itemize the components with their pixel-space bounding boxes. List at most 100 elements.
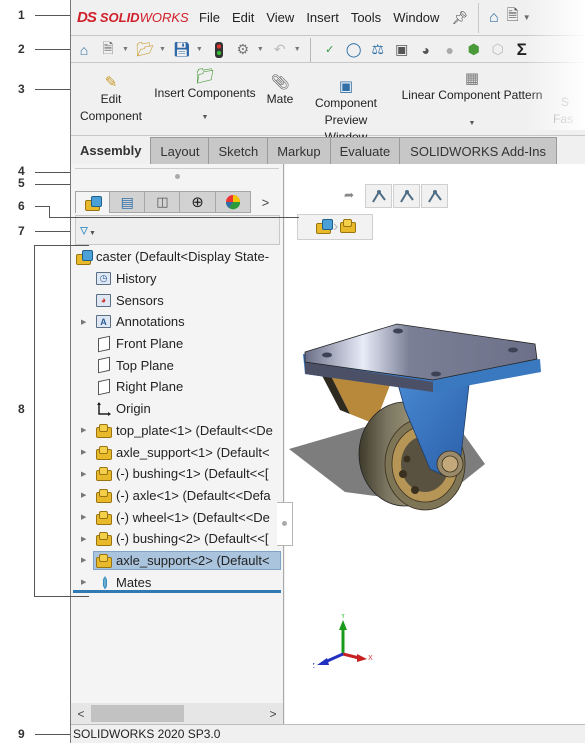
tree-item-top-plate[interactable]: ▶ top_plate<1> (Default<<De <box>71 420 283 442</box>
tree-item-axle-support-2[interactable]: ▶ axle_support<2> (Default< <box>71 550 283 572</box>
tree-item-sensors[interactable]: ◕ Sensors <box>71 289 283 311</box>
expand-arrow-icon[interactable]: ▶ <box>81 448 89 456</box>
measure-icon[interactable]: ◯ <box>345 41 363 59</box>
menu-file[interactable]: File <box>199 10 220 25</box>
chevron-right-icon[interactable]: > <box>251 191 280 213</box>
menu-tools[interactable]: Tools <box>351 10 381 25</box>
menu-window[interactable]: Window <box>393 10 439 25</box>
tab-featuremanager-tree[interactable] <box>75 191 111 213</box>
performance-evaluation-icon[interactable]: ◕ <box>417 41 435 59</box>
tree-item-front-plane[interactable]: Front Plane <box>71 333 283 355</box>
tree-horizontal-scrollbar[interactable]: < > <box>71 703 283 724</box>
linear-component-pattern-button[interactable]: ▦ Linear Component Pattern ▼ <box>391 64 553 135</box>
scroll-thumb[interactable] <box>91 705 184 722</box>
insert-components-button[interactable]: 📁︎ Insert Components ▼ <box>151 64 259 135</box>
menu-edit[interactable]: Edit <box>232 10 254 25</box>
breadcrumb-assembly-icon[interactable] <box>316 218 333 236</box>
new-document-icon[interactable]: 🗎︎ <box>507 5 519 30</box>
section-properties-icon[interactable]: ▣ <box>393 41 411 59</box>
select-other-icon[interactable] <box>365 184 392 208</box>
expand-arrow-icon[interactable]: ▶ <box>81 578 89 586</box>
menu-insert[interactable]: Insert <box>306 10 339 25</box>
component-preview-window-button[interactable]: ▣ Component Preview Window <box>301 64 391 144</box>
scroll-right-icon[interactable]: > <box>263 707 283 721</box>
traffic-light-icon[interactable] <box>210 41 228 59</box>
tree-root-caster[interactable]: caster (Default<Display State- <box>71 246 283 268</box>
tree-item-bushing-1[interactable]: ▶ (-) bushing<1> (Default<<[ <box>71 463 283 485</box>
spellcheck-icon[interactable]: ✓ <box>321 41 339 59</box>
tree-item-axle-1[interactable]: ▶ (-) axle<1> (Default<<Defa <box>71 485 283 507</box>
tree-item-history[interactable]: ◷ History <box>71 268 283 290</box>
panel-resize-grip[interactable] <box>175 174 180 179</box>
mate-button[interactable]: 📎︎ Mate <box>259 64 301 135</box>
flyout-tree-handle[interactable] <box>277 502 293 546</box>
tree-item-origin[interactable]: Origin <box>71 398 283 420</box>
tree-filter-bar[interactable]: ▿ ▼ <box>75 215 280 245</box>
undo-icon[interactable]: ↶ <box>271 41 289 59</box>
tab-markup[interactable]: Markup <box>268 137 331 164</box>
tree-item-label: (-) axle<1> (Default<<Defa <box>116 487 271 503</box>
chevron-down-icon[interactable]: ▼ <box>469 118 476 130</box>
edit-component-button[interactable]: ✎ Edit Component <box>71 64 151 135</box>
rollback-bar[interactable] <box>73 590 281 593</box>
chevron-down-icon[interactable]: ▼ <box>257 46 264 53</box>
tree-item-wheel-1[interactable]: ▶ (-) wheel<1> (Default<<De <box>71 506 283 528</box>
select-other-icon[interactable] <box>393 184 420 208</box>
smart-fasteners-button[interactable]: S Fas <box>553 64 583 135</box>
pin-icon[interactable]: 📌︎ <box>451 10 468 26</box>
chevron-down-icon[interactable]: ▼ <box>122 46 129 53</box>
expand-arrow-icon[interactable]: ▶ <box>81 513 89 521</box>
new-document-icon[interactable]: 🗎︎ <box>99 40 117 59</box>
tab-solidworks-add-ins[interactable]: SOLIDWORKS Add-Ins <box>400 137 557 164</box>
options-gear-icon[interactable]: ⚙ <box>234 41 252 59</box>
breadcrumb-part-icon[interactable] <box>340 219 357 235</box>
expand-arrow-icon[interactable]: ▶ <box>81 426 89 434</box>
tab-dimxpertmanager[interactable]: ⊕ <box>180 191 216 213</box>
tab-propertymanager[interactable]: ▤ <box>110 191 146 213</box>
tree-item-annotations[interactable]: ▶ A Annotations <box>71 311 283 333</box>
menu-view[interactable]: View <box>266 10 294 25</box>
chevron-down-icon[interactable]: ▼ <box>196 46 203 53</box>
tab-assembly[interactable]: Assembly <box>71 137 152 164</box>
graphics-area[interactable]: ➦ › Y X <box>285 164 585 724</box>
save-icon[interactable]: 💾︎ <box>173 41 191 59</box>
solidworks-logo[interactable]: DS SOLIDWORKS <box>77 9 199 26</box>
scroll-track[interactable] <box>91 705 263 722</box>
tree-item-bushing-2[interactable]: ▶ (-) bushing<2> (Default<<[ <box>71 528 283 550</box>
part-icon <box>95 509 112 526</box>
mass-properties-icon[interactable]: ⚖ <box>369 41 387 59</box>
home-icon[interactable]: ⌂ <box>75 41 93 59</box>
tab-displaymanager[interactable] <box>215 191 251 213</box>
chevron-down-icon[interactable]: ▼ <box>202 112 209 124</box>
sigma-icon[interactable]: Σ <box>513 40 531 59</box>
scroll-left-icon[interactable]: < <box>71 707 91 721</box>
check-interference-icon[interactable]: ⬢ <box>465 41 483 59</box>
tree-item-top-plane[interactable]: Top Plane <box>71 354 283 376</box>
tree-item-right-plane[interactable]: Right Plane <box>71 376 283 398</box>
expand-arrow-icon[interactable]: ▶ <box>81 556 89 564</box>
expand-arrow-icon[interactable]: ▶ <box>81 535 89 543</box>
select-other-icon[interactable] <box>421 184 448 208</box>
tab-configurationmanager[interactable]: ◫ <box>145 191 181 213</box>
expand-arrow-icon[interactable]: ▶ <box>81 470 89 478</box>
callout-line <box>49 206 50 217</box>
caster-3d-model[interactable] <box>285 314 585 614</box>
chevron-down-icon[interactable]: ▼ <box>523 13 531 22</box>
smart-fasteners-label-partial: S <box>561 95 570 109</box>
tab-layout[interactable]: Layout <box>151 137 210 164</box>
tab-evaluate[interactable]: Evaluate <box>330 137 401 164</box>
chevron-down-icon[interactable]: ▼ <box>159 46 166 53</box>
home-icon[interactable]: ⌂ <box>489 9 499 27</box>
assembly-visualization-icon[interactable]: ● <box>441 41 459 59</box>
open-icon[interactable]: 📂︎ <box>136 41 154 59</box>
expand-arrow-icon[interactable]: ▶ <box>81 318 89 326</box>
arrow-right-icon[interactable]: ➦ <box>344 188 354 202</box>
filter-icon[interactable]: ▿ <box>80 220 88 240</box>
chevron-down-icon[interactable]: ▼ <box>294 46 301 53</box>
expand-arrow-icon[interactable]: ▶ <box>81 491 89 499</box>
part-icon <box>95 465 112 482</box>
check-clearance-icon[interactable]: ⬡ <box>489 41 507 59</box>
chevron-down-icon[interactable]: ▼ <box>89 230 96 237</box>
tab-sketch[interactable]: Sketch <box>209 137 269 164</box>
tree-item-axle-support-1[interactable]: ▶ axle_support<1> (Default< <box>71 441 283 463</box>
